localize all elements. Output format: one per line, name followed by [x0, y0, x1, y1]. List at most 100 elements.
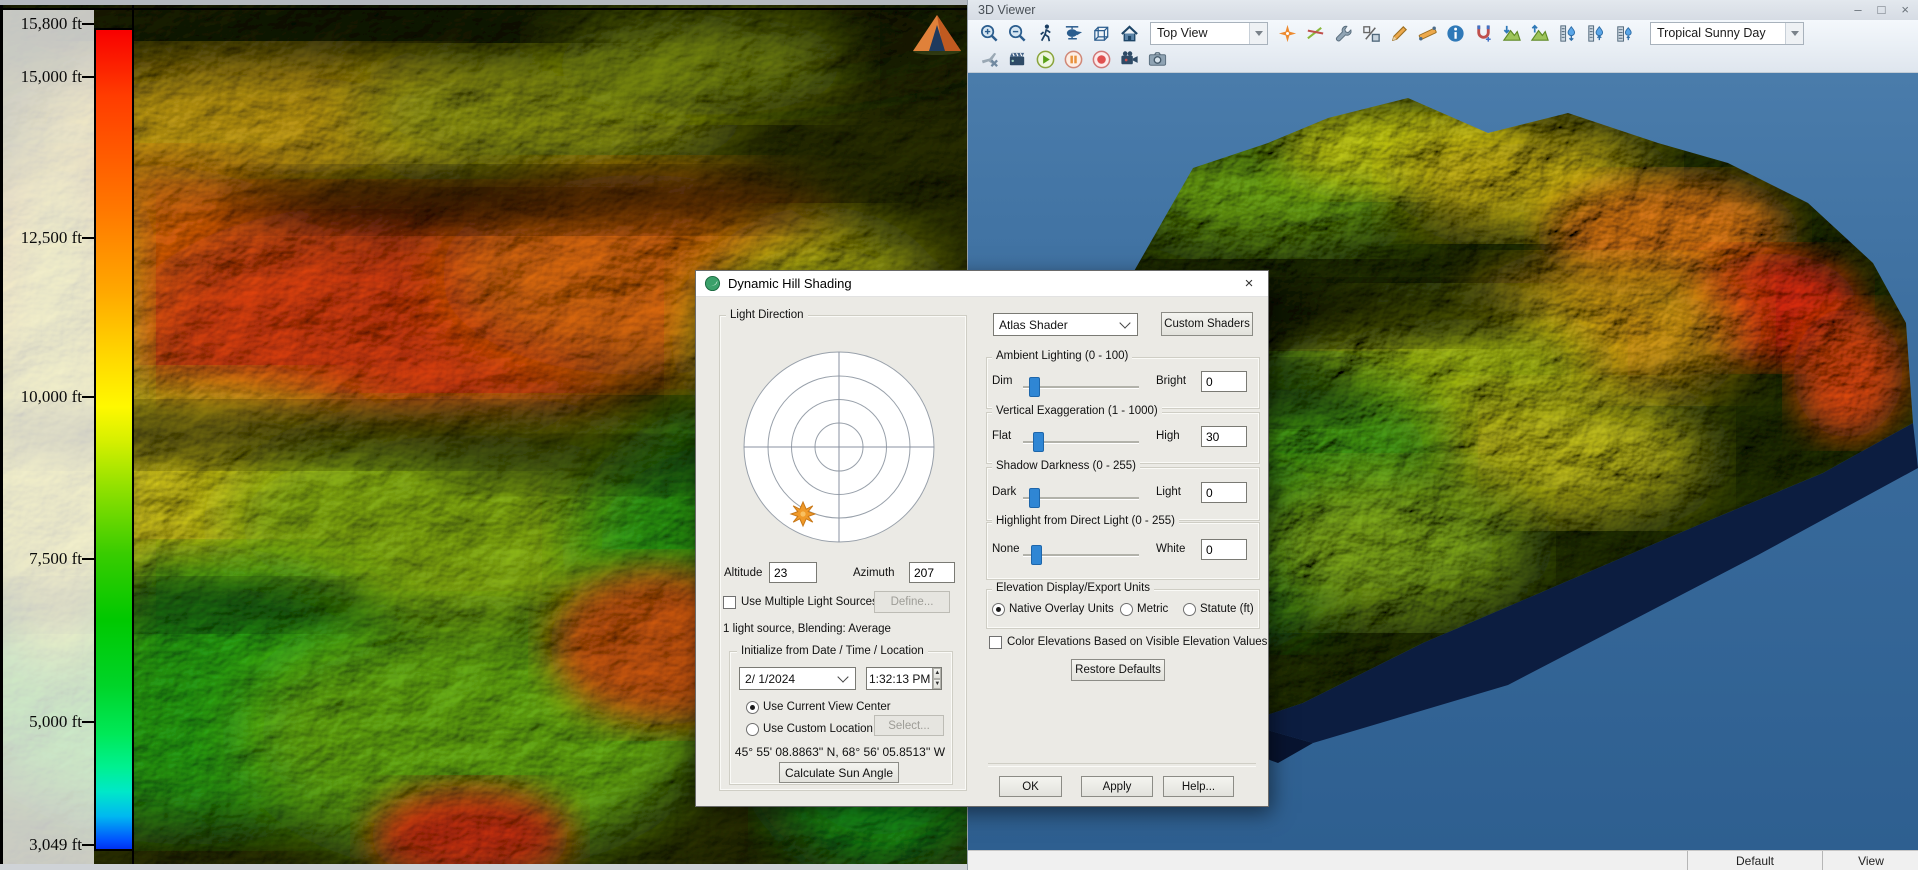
ambient-lighting-slider[interactable] [1023, 386, 1139, 389]
close-button[interactable]: × [1901, 1, 1909, 19]
feature-info-icon[interactable] [1442, 21, 1468, 45]
chevron-down-icon[interactable] [1119, 317, 1130, 328]
measure-ruler-icon[interactable] [1414, 21, 1440, 45]
highlight-direct-light-label: Highlight from Direct Light (0 - 255) [992, 515, 1179, 527]
view-direction-combobox[interactable]: Top View [1150, 22, 1268, 45]
elevation-units-label: Elevation Display/Export Units [992, 582, 1154, 594]
3d-viewer-title: 3D Viewer [978, 3, 1035, 17]
vertical-exaggeration-input[interactable] [1201, 426, 1247, 447]
perspective-cube-icon[interactable] [1088, 21, 1114, 45]
chevron-down-icon[interactable] [837, 671, 848, 682]
color-elevations-checkbox[interactable] [989, 636, 1002, 649]
display-options-icon[interactable] [1358, 21, 1384, 45]
vertical-exaggeration-slider[interactable] [1023, 441, 1139, 444]
legend-label: 7,500 ft [6, 549, 82, 569]
apply-button[interactable]: Apply [1081, 776, 1153, 797]
shadow-darkness-input[interactable] [1201, 482, 1247, 503]
restore-defaults-button[interactable]: Restore Defaults [1071, 659, 1165, 681]
ambient-lighting-label: Ambient Lighting (0 - 100) [992, 350, 1132, 362]
legend-label: 5,000 ft [6, 712, 82, 732]
statute-label: Statute (ft) [1200, 603, 1254, 615]
legend-tick [82, 844, 94, 846]
shader-combobox[interactable]: Atlas Shader [993, 313, 1138, 336]
flatten-terrain-icon[interactable] [1498, 21, 1524, 45]
slider-handle[interactable] [1033, 432, 1044, 452]
time-spin-up-icon[interactable]: ▲ [933, 668, 941, 679]
light-direction-polar-control[interactable] [741, 349, 937, 545]
slider-min-label: Flat [992, 430, 1011, 442]
ok-button[interactable]: OK [999, 776, 1062, 797]
settings-wrench-icon[interactable] [1330, 21, 1356, 45]
play-animation-icon[interactable] [1032, 47, 1058, 71]
metric-radio[interactable] [1120, 603, 1133, 616]
azimuth-input[interactable] [909, 562, 955, 583]
legend-tick [82, 558, 94, 560]
altitude-input[interactable] [769, 562, 817, 583]
center-crosshair-icon[interactable] [1274, 21, 1300, 45]
home-view-icon[interactable] [1116, 21, 1142, 45]
shadow-darkness-label: Shadow Darkness (0 - 255) [992, 460, 1140, 472]
shadow-darkness-slider[interactable] [1023, 497, 1139, 500]
dialog-close-icon[interactable]: × [1238, 275, 1260, 292]
calculate-sun-angle-button[interactable]: Calculate Sun Angle [779, 762, 899, 783]
slider-max-label: White [1156, 543, 1185, 555]
highlight-direct-light-input[interactable] [1201, 539, 1247, 560]
metric-label: Metric [1137, 603, 1168, 615]
pause-animation-icon[interactable] [1060, 47, 1086, 71]
use-current-view-center-radio[interactable] [746, 701, 759, 714]
minimize-button[interactable]: – [1854, 1, 1861, 19]
location-coordinates: 45° 55' 08.8863'' N, 68° 56' 05.8513'' W [729, 745, 951, 759]
slider-min-label: Dim [992, 375, 1012, 387]
time-spin-down-icon[interactable]: ▼ [933, 679, 941, 690]
zoom-out-icon[interactable] [1004, 21, 1030, 45]
statusbar-panel: View [1822, 851, 1918, 870]
walk-mode-icon[interactable] [1032, 21, 1058, 45]
raise-terrain-icon[interactable] [1526, 21, 1552, 45]
slider-handle[interactable] [1031, 545, 1042, 565]
slider-max-label: Bright [1156, 375, 1186, 387]
snap-magnet-icon[interactable] [1470, 21, 1496, 45]
combo-arrow-icon[interactable] [1785, 23, 1803, 44]
help-button[interactable]: Help... [1163, 776, 1234, 797]
3d-viewer-titlebar: 3D Viewer – □ × [968, 0, 1918, 20]
record-setup-icon[interactable] [1004, 47, 1030, 71]
legend-label: 10,000 ft [6, 387, 82, 407]
native-overlay-units-radio[interactable] [992, 603, 1005, 616]
altitude-label: Altitude [724, 567, 762, 579]
maximize-button[interactable]: □ [1878, 1, 1886, 19]
time-value: 1:32:13 PM [867, 672, 932, 686]
sky-shader-combobox[interactable]: Tropical Sunny Day [1650, 22, 1804, 45]
legend-tick [82, 237, 94, 239]
slider-handle[interactable] [1029, 488, 1040, 508]
capture-video-icon[interactable] [1116, 47, 1142, 71]
slider-handle[interactable] [1029, 377, 1040, 397]
define-button[interactable]: Define... [874, 591, 950, 613]
capture-screenshot-icon[interactable] [1144, 47, 1170, 71]
slider-min-label: None [992, 543, 1020, 555]
water-level-up-icon[interactable] [1582, 21, 1608, 45]
highlight-direct-light-slider[interactable] [1023, 554, 1139, 557]
draw-pencil-icon[interactable] [1386, 21, 1412, 45]
azimuth-label: Azimuth [853, 567, 895, 579]
exit-fly-mode-icon[interactable] [976, 47, 1002, 71]
statute-radio[interactable] [1183, 603, 1196, 616]
combo-arrow-icon[interactable] [1249, 23, 1267, 44]
select-location-button[interactable]: Select... [874, 715, 944, 736]
map-left-edge [0, 5, 3, 864]
ambient-lighting-input[interactable] [1201, 371, 1247, 392]
zoom-in-icon[interactable] [976, 21, 1002, 45]
flood-water-rise-icon[interactable] [1610, 21, 1636, 45]
custom-shaders-button[interactable]: Custom Shaders [1161, 312, 1253, 336]
use-multiple-light-sources-checkbox[interactable] [723, 596, 736, 609]
reset-axes-icon[interactable] [1302, 21, 1328, 45]
use-custom-location-radio[interactable] [746, 723, 759, 736]
water-level-down-icon[interactable] [1554, 21, 1580, 45]
record-animation-icon[interactable] [1088, 47, 1114, 71]
date-picker[interactable]: 2/ 1/2024 [739, 667, 856, 690]
statusbar-mode: Default [1687, 851, 1822, 870]
legend-tick [82, 721, 94, 723]
dialog-titlebar: Dynamic Hill Shading × [696, 271, 1268, 297]
fly-helicopter-mode-icon[interactable] [1060, 21, 1086, 45]
elevation-legend [3, 10, 94, 864]
time-spinner[interactable]: 1:32:13 PM ▲ ▼ [866, 667, 942, 690]
